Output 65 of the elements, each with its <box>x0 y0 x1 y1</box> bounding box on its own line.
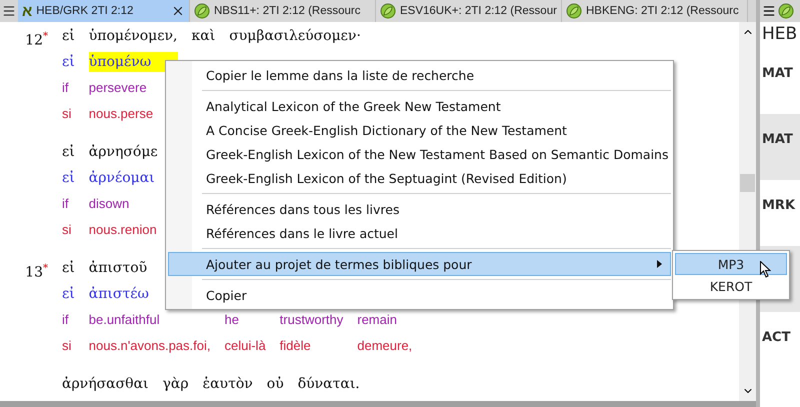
greek-word[interactable]: ἑαυτὸν <box>202 372 253 398</box>
gloss-word[interactable]: celui-là <box>224 332 266 358</box>
lemma-word[interactable]: ὑπομένω <box>88 52 178 72</box>
gloss-word[interactable]: si <box>62 216 75 242</box>
leaf-icon <box>380 3 396 19</box>
tab-glyph: א <box>22 4 32 18</box>
greek-word[interactable]: δύναται. <box>298 372 360 398</box>
gloss-word[interactable]: si <box>62 332 75 358</box>
menu-item[interactable]: Greek-English Lexicon of the Septuagint (Revised Edition) <box>168 166 671 190</box>
verse-number: 13$^{*}$ <box>25 262 48 282</box>
gloss-word[interactable]: nous.renion <box>88 216 158 242</box>
leaf-icon <box>194 3 210 19</box>
menu-item[interactable]: KEROT <box>675 275 787 297</box>
tab-label: HBKENG: 2TI 2:12 (Ressourc <box>586 5 740 17</box>
lemma-word[interactable]: εἰ <box>62 166 75 191</box>
menu-item[interactable]: MP3 <box>675 253 787 275</box>
lemma-word[interactable]: εἰ <box>62 282 75 307</box>
gloss-word[interactable]: if <box>62 307 75 332</box>
tab-label: HEB/GRK 2TI 2:12 <box>36 5 134 17</box>
tab-label: ESV16UK+: 2TI 2:12 (Ressour <box>400 5 557 17</box>
gloss-word[interactable]: nous.n'avons.pas.foi, <box>88 332 210 358</box>
greek-word[interactable]: εἰ <box>62 24 75 50</box>
lemma-word[interactable]: εἰ <box>62 50 75 75</box>
book-row[interactable]: MAT <box>760 114 800 180</box>
greek-word[interactable]: γὰρ <box>162 372 189 398</box>
gloss-word[interactable]: if <box>62 75 75 100</box>
gloss-word[interactable]: demeure, <box>357 332 412 358</box>
greek-word[interactable]: εἰ <box>62 256 75 282</box>
menu-item[interactable]: Ajouter au projet de termes bibliques pour <box>168 252 671 276</box>
menu-item[interactable]: Références dans tous les livres <box>168 197 671 221</box>
menu-item[interactable]: Greek-English Lexicon of the New Testament Based on Semantic Domains <box>168 142 671 166</box>
greek-word[interactable]: ὑπομένομεν, <box>88 24 178 50</box>
book-label[interactable]: ACT <box>760 330 790 345</box>
gloss-word[interactable]: si <box>62 100 75 126</box>
greek-word[interactable]: ἀρνήσασθαι <box>62 372 149 398</box>
pane-header: HEB <box>761 23 798 46</box>
menu-item[interactable]: A Concise Greek-English Dictionary of the New Testament <box>168 118 671 142</box>
greek-word[interactable]: οὐ <box>266 372 284 398</box>
book-label[interactable]: MAT <box>760 66 793 81</box>
scroll-thumb[interactable] <box>740 174 755 192</box>
lemma-word[interactable]: ἀρνέομαι <box>88 166 158 191</box>
gloss-word[interactable]: be.unfaithful <box>88 307 210 332</box>
greek-word[interactable]: καὶ <box>192 24 216 50</box>
submenu-arrow-icon <box>657 260 662 268</box>
greek-word[interactable]: συμβασιλεύσομεν· <box>229 24 361 50</box>
gloss-word[interactable]: remain <box>357 307 412 332</box>
book-label[interactable]: MAT <box>760 132 793 147</box>
verse-number: 12$^{*}$ <box>25 30 48 50</box>
gloss-word[interactable]: trustworthy <box>280 307 344 332</box>
gloss-word[interactable]: if <box>62 191 75 216</box>
menu-item[interactable]: Analytical Lexicon of the Greek New Testament <box>168 94 671 118</box>
menu-item[interactable]: Références dans le livre actuel <box>168 221 671 245</box>
greek-word[interactable]: εἰ <box>62 140 75 166</box>
greek-word[interactable]: ἀρνησόμε <box>88 140 158 166</box>
menu-item[interactable]: Copier <box>168 283 671 307</box>
tab-label: NBS11+: 2TI 2:12 (Ressourc <box>214 5 362 17</box>
gloss-word[interactable]: disown <box>88 191 158 216</box>
close-icon[interactable] <box>171 4 185 18</box>
book-label[interactable]: MRK <box>760 198 796 213</box>
gloss-word[interactable]: fidèle <box>280 332 344 358</box>
menu-icon[interactable] <box>762 4 776 18</box>
leaf-icon <box>566 3 582 19</box>
cursor-icon <box>760 261 771 278</box>
leaf-icon <box>778 3 794 19</box>
gloss-word[interactable]: he <box>224 307 266 332</box>
